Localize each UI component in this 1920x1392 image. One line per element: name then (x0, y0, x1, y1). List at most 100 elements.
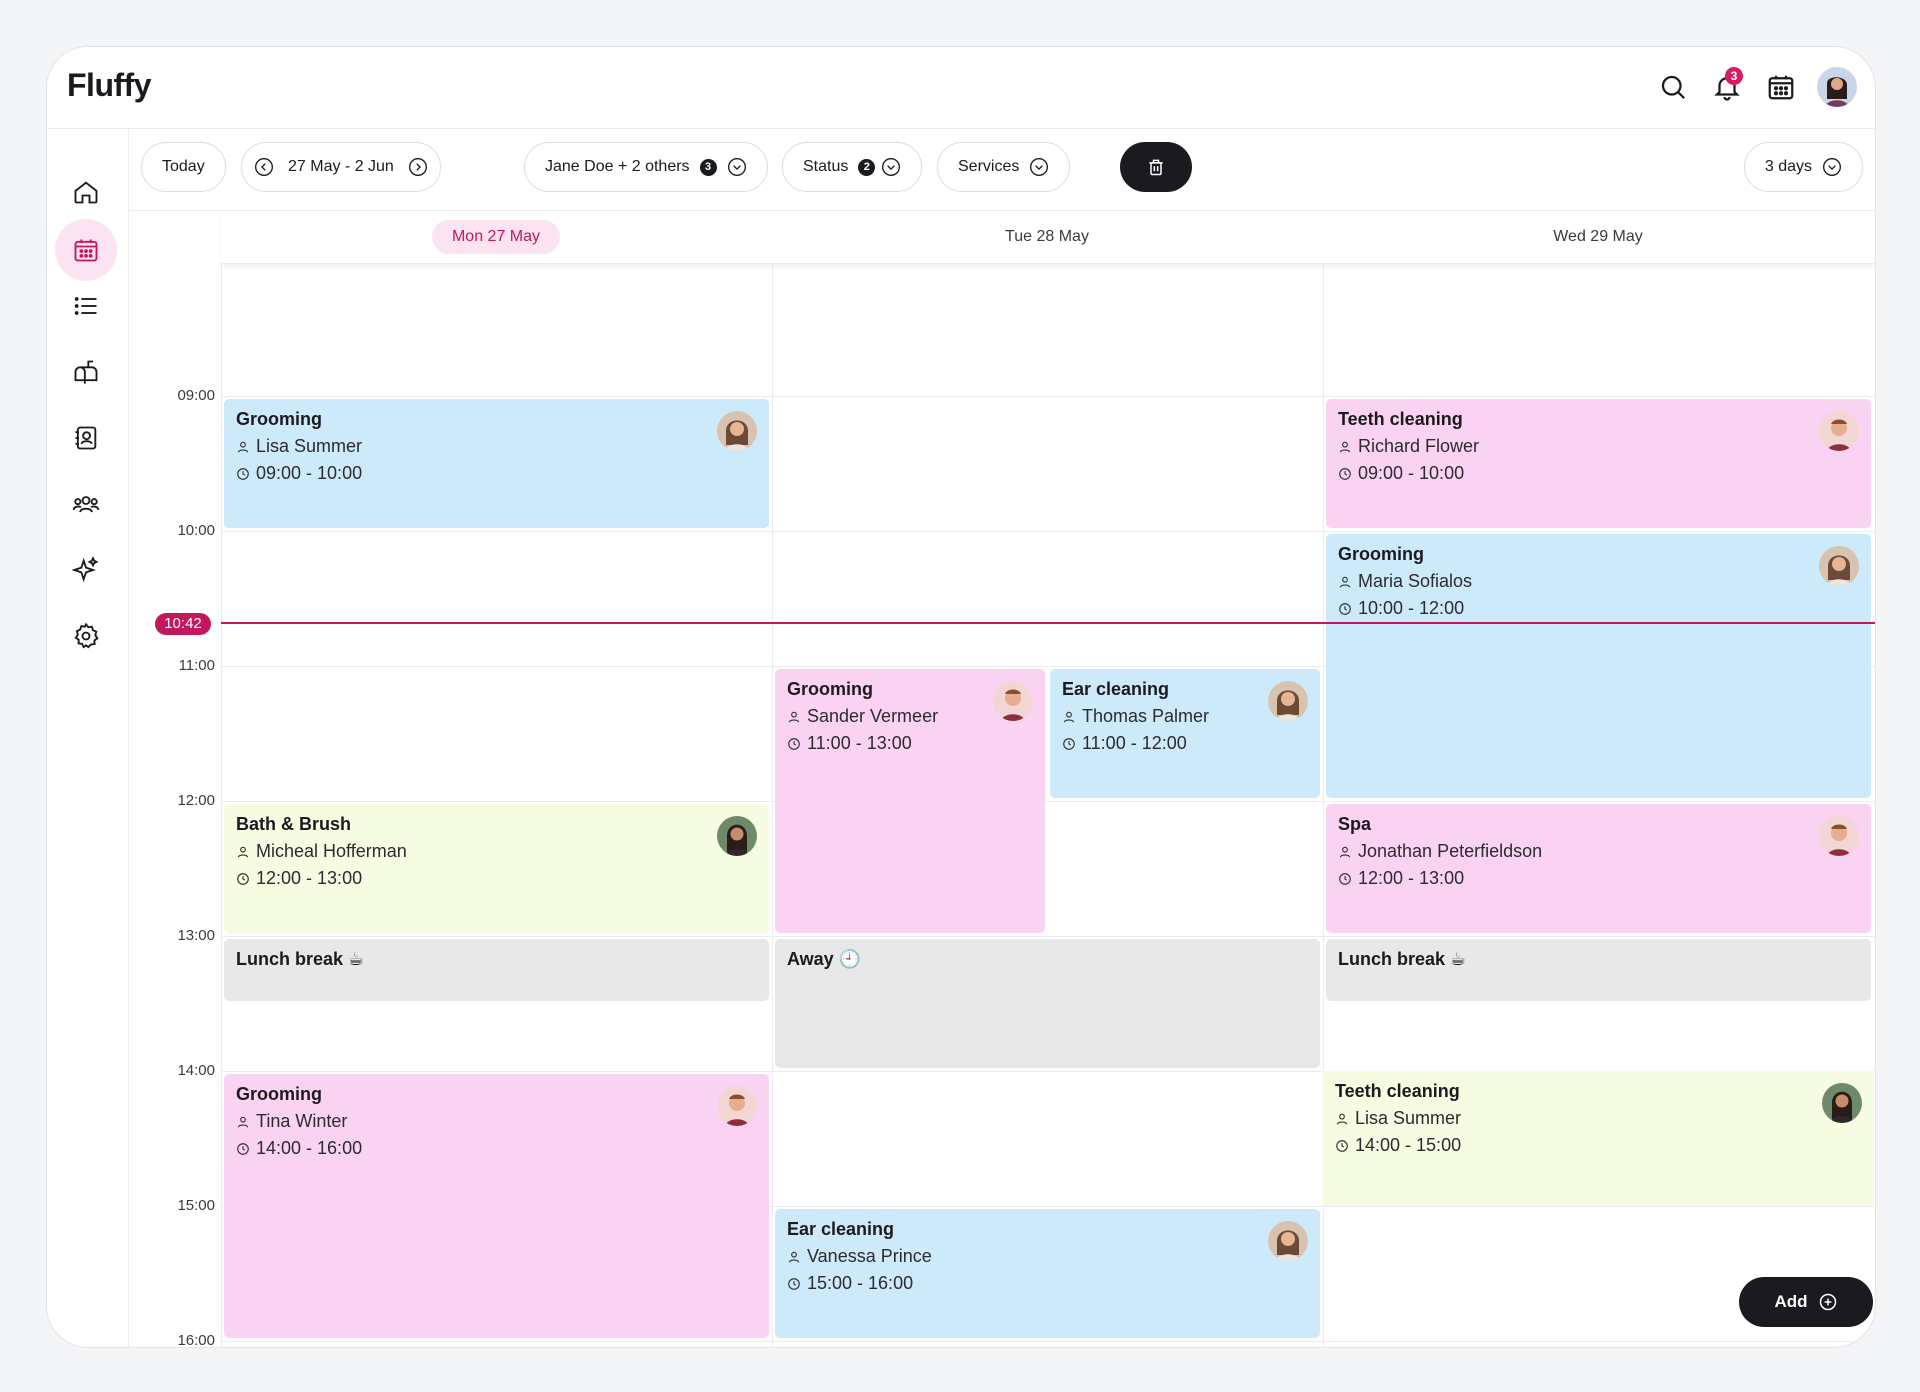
appointment-card[interactable]: Ear cleaning Vanessa Prince 15:00 - 16:0… (775, 1209, 1320, 1338)
person-icon (1339, 846, 1351, 858)
person-icon (237, 1116, 249, 1128)
user-avatar[interactable] (1817, 67, 1857, 107)
person-icon (788, 711, 800, 723)
staff-count-badge: 3 (699, 158, 717, 176)
date-range-picker[interactable]: 27 May - 2 Jun (241, 142, 441, 192)
notifications-button[interactable]: 3 (1709, 67, 1745, 105)
appointment-client: Jonathan Peterfieldson (1358, 841, 1543, 861)
clear-filters-button[interactable] (1120, 142, 1192, 192)
clock-icon (1339, 602, 1351, 615)
list-icon (74, 297, 97, 315)
staff-avatar (717, 411, 757, 451)
break-card[interactable]: Lunch break ☕ (1326, 939, 1871, 1001)
appointment-client: Tina Winter (256, 1111, 348, 1131)
appointment-client: Richard Flower (1358, 436, 1480, 456)
staff-avatar (1268, 1221, 1308, 1261)
appointment-title: Grooming (1338, 544, 1424, 564)
view-label: 3 days (1764, 158, 1812, 175)
day-header-tue[interactable]: Tue 28 May (772, 211, 1322, 263)
search-icon[interactable] (1655, 69, 1691, 105)
clock-icon (1339, 467, 1351, 480)
calendar-icon[interactable] (1763, 69, 1799, 105)
mailbox-icon (74, 360, 98, 384)
time-label: 09:00 (177, 387, 215, 404)
away-title: Away 🕘 (787, 949, 862, 969)
filter-toolbar: Today 27 May - 2 Jun Jane Doe + 2 others… (129, 129, 1875, 211)
appointment-title: Spa (1338, 814, 1372, 834)
appointment-time: 11:00 - 12:00 (1082, 733, 1187, 753)
staff-avatar (1819, 816, 1859, 856)
appointment-time: 12:00 - 13:00 (256, 868, 363, 888)
calendar-icon (74, 239, 98, 262)
appointment-card[interactable]: Grooming Maria Sofialos 10:00 - 12:00 (1326, 534, 1871, 798)
staff-avatar (1822, 1083, 1862, 1123)
appointment-title: Teeth cleaning (1338, 409, 1463, 429)
appointment-title: Teeth cleaning (1335, 1081, 1460, 1101)
appointment-card[interactable]: Grooming Tina Winter 14:00 - 16:00 (224, 1074, 769, 1338)
staff-avatar (717, 816, 757, 856)
staff-filter-label: Jane Doe + 2 others (545, 158, 690, 175)
services-filter[interactable]: Services (937, 142, 1071, 192)
nav-list[interactable] (55, 275, 117, 337)
notification-count-badge: 3 (1725, 67, 1743, 85)
date-range-label: 27 May - 2 Jun (288, 158, 394, 175)
nav-contacts[interactable] (55, 407, 117, 469)
appointment-title: Bath & Brush (236, 814, 352, 834)
person-icon (1336, 1113, 1348, 1125)
view-select[interactable]: 3 days (1743, 142, 1863, 192)
add-button[interactable]: Add (1739, 1277, 1873, 1327)
appointment-time: 14:00 - 15:00 (1355, 1135, 1462, 1155)
staff-filter[interactable]: Jane Doe + 2 others 3 (524, 142, 768, 192)
nav-calendar[interactable] (55, 219, 117, 281)
status-filter-label: Status (803, 158, 849, 175)
person-icon (1339, 576, 1351, 588)
nav-inbox[interactable] (55, 341, 117, 403)
appointment-card[interactable]: Teeth cleaning Lisa Summer 14:00 - 15:00 (1323, 1071, 1874, 1206)
team-icon (72, 496, 100, 513)
nav-home[interactable] (55, 161, 117, 223)
chevron-right-icon[interactable] (408, 157, 428, 177)
time-label: 13:00 (177, 927, 215, 944)
appointment-card[interactable]: Bath & Brush Micheal Hofferman 12:00 - 1… (224, 804, 769, 933)
staff-avatar (717, 1086, 757, 1126)
chevron-down-icon (727, 158, 746, 176)
sparkle-icon (72, 556, 99, 583)
staff-avatar (993, 681, 1033, 721)
nav-settings[interactable] (55, 605, 117, 667)
clock-icon (788, 737, 800, 750)
appointment-card[interactable]: Teeth cleaning Richard Flower 09:00 - 10… (1326, 399, 1871, 528)
appointment-title: Ear cleaning (787, 1219, 895, 1239)
home-icon (74, 181, 98, 204)
away-card[interactable]: Away 🕘 (775, 939, 1320, 1068)
appointment-card[interactable]: Ear cleaning Thomas Palmer 11:00 - 12:00 (1050, 669, 1320, 798)
day-header-mon[interactable]: Mon 27 May (221, 211, 771, 263)
nav-team[interactable] (55, 473, 117, 535)
time-label: 11:00 (178, 657, 215, 674)
chevron-down-icon (1030, 158, 1049, 176)
time-label: 14:00 (177, 1062, 215, 1079)
day-header-wed[interactable]: Wed 29 May (1323, 211, 1873, 263)
appointment-client: Vanessa Prince (807, 1246, 932, 1266)
time-label: 16:00 (177, 1332, 215, 1348)
appointment-time: 12:00 - 13:00 (1358, 868, 1465, 888)
trash-icon (1149, 159, 1163, 176)
staff-avatar (1819, 546, 1859, 586)
app-window: Fluffy 3 Today 27 May - 2 Jun Jane Doe +… (46, 46, 1876, 1348)
appointment-client: Lisa Summer (256, 436, 363, 456)
status-filter[interactable]: Status 2 (782, 142, 923, 192)
calendar-grid[interactable]: Grooming Lisa Summer 09:00 - 10:00 Bath … (221, 211, 1875, 1347)
appointment-card[interactable]: Spa Jonathan Peterfieldson 12:00 - 13:00 (1326, 804, 1871, 933)
chevron-left-icon[interactable] (254, 157, 274, 177)
appointment-card[interactable]: Grooming Lisa Summer 09:00 - 10:00 (224, 399, 769, 528)
today-button[interactable]: Today (141, 142, 226, 192)
time-label: 10:00 (177, 522, 215, 539)
clock-icon (1339, 872, 1351, 885)
appointment-client: Lisa Summer (1355, 1108, 1462, 1128)
settings-icon (74, 622, 99, 649)
appointment-card[interactable]: Grooming Sander Vermeer 11:00 - 13:00 (775, 669, 1045, 933)
appointment-time: 09:00 - 10:00 (1358, 463, 1465, 483)
person-icon (1339, 441, 1351, 453)
appointment-time: 09:00 - 10:00 (256, 463, 363, 483)
break-card[interactable]: Lunch break ☕ (224, 939, 769, 1001)
nav-ai[interactable] (55, 539, 117, 601)
